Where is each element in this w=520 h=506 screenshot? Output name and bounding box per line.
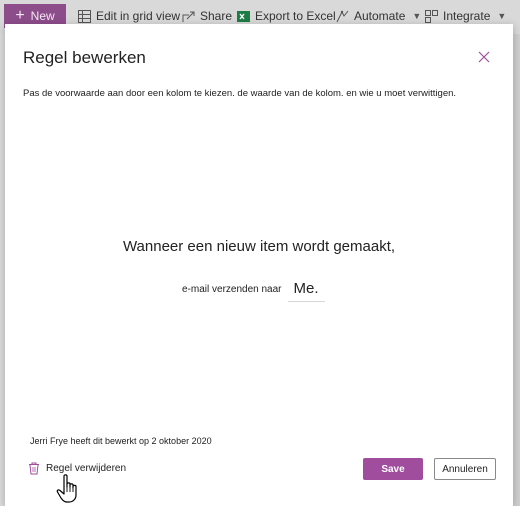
edit-in-grid-view-button[interactable]: Edit in grid view (78, 9, 180, 23)
integrate-label: Integrate (443, 9, 491, 23)
recipient-picker[interactable]: Me. (287, 277, 325, 302)
share-icon (182, 11, 195, 22)
export-to-excel-label: Export to Excel (255, 9, 336, 23)
chevron-down-icon: ▼ (412, 11, 422, 21)
close-icon (478, 51, 490, 63)
share-label: Share (200, 9, 233, 23)
automate-label: Automate (354, 9, 406, 23)
edit-rule-dialog: Regel bewerken Pas de voorwaarde aan doo… (5, 24, 513, 506)
delete-rule-label: Regel verwijderen (46, 463, 127, 474)
modified-info: Jerri Frye heeft dit bewerkt op 2 oktobe… (30, 436, 212, 446)
dialog-title: Regel bewerken (23, 48, 146, 67)
excel-icon (237, 10, 250, 22)
send-email-row: e-mail verzenden naar Me. (182, 277, 325, 302)
close-button[interactable] (475, 48, 493, 66)
condition-text: Wanneer een nieuw item wordt gemaakt, (122, 238, 396, 255)
plus-icon: + (15, 7, 25, 24)
chevron-down-icon: ▼ (497, 11, 507, 21)
dialog-description: Pas de voorwaarde aan door een kolom te … (23, 88, 457, 99)
edit-in-grid-view-label: Edit in grid view (96, 9, 181, 23)
share-button[interactable]: Share (182, 9, 232, 23)
save-button[interactable]: Save (363, 458, 423, 480)
send-email-label: e-mail verzenden naar (182, 284, 282, 295)
trash-icon (29, 462, 39, 475)
new-button-label: New (30, 9, 55, 23)
export-to-excel-button[interactable]: Export to Excel (237, 9, 336, 23)
integrate-icon (425, 9, 438, 23)
grid-icon (78, 9, 91, 23)
automate-icon (336, 10, 349, 22)
hand-cursor-icon (56, 474, 77, 503)
page-backdrop (512, 34, 520, 506)
automate-button[interactable]: Automate ▼ (336, 9, 421, 23)
integrate-button[interactable]: Integrate ▼ (425, 9, 506, 23)
cancel-button[interactable]: Annuleren (434, 458, 496, 480)
